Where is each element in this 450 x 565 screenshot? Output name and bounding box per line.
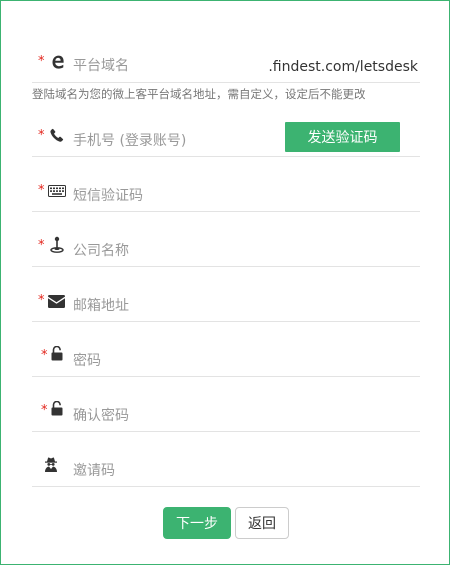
keyboard-icon — [48, 185, 66, 197]
required-mark: * — [41, 403, 48, 418]
email-field-row[interactable]: * 邮箱地址 — [32, 267, 420, 322]
envelope-icon — [48, 295, 65, 308]
domain-field-row[interactable]: * 平台域名 .findest.com/letsdesk — [32, 28, 420, 83]
required-mark: * — [41, 348, 48, 363]
unlock-icon — [51, 346, 63, 361]
company-placeholder: 公司名称 — [73, 243, 129, 259]
unlock-icon — [51, 401, 63, 416]
phone-placeholder: 手机号 (登录账号) — [73, 133, 187, 149]
email-placeholder: 邮箱地址 — [73, 298, 129, 314]
phone-icon — [50, 128, 64, 142]
map-marker-icon — [50, 236, 64, 253]
next-step-button[interactable]: 下一步 — [163, 507, 231, 539]
back-button[interactable]: 返回 — [235, 507, 289, 539]
required-mark: * — [38, 293, 45, 308]
phone-field-row[interactable]: * 手机号 (登录账号) 发送验证码 — [32, 102, 420, 157]
sms-code-placeholder: 短信验证码 — [73, 188, 143, 204]
domain-placeholder: 平台域名 — [73, 58, 129, 74]
invite-code-field-row[interactable]: 邀请码 — [32, 432, 420, 487]
required-mark: * — [38, 238, 45, 253]
required-mark: * — [38, 183, 45, 198]
required-mark: * — [38, 54, 45, 69]
confirm-password-placeholder: 确认密码 — [73, 408, 129, 424]
registration-form-frame: * 平台域名 .findest.com/letsdesk 登陆域名为您的微上客平… — [0, 0, 450, 565]
domain-suffix: .findest.com/letsdesk — [268, 59, 418, 75]
company-field-row[interactable]: * 公司名称 — [32, 212, 420, 267]
password-field-row[interactable]: * 密码 — [32, 322, 420, 377]
password-placeholder: 密码 — [73, 353, 101, 369]
confirm-password-field-row[interactable]: * 确认密码 — [32, 377, 420, 432]
required-mark: * — [38, 128, 45, 143]
sms-code-field-row[interactable]: * 短信验证码 — [32, 157, 420, 212]
send-code-button[interactable]: 发送验证码 — [285, 122, 400, 152]
invite-code-placeholder: 邀请码 — [73, 463, 115, 479]
edge-e-icon — [52, 55, 64, 69]
spy-user-icon — [45, 457, 57, 472]
domain-hint: 登陆域名为您的微上客平台域名地址，需自定义，设定后不能更改 — [32, 87, 366, 101]
